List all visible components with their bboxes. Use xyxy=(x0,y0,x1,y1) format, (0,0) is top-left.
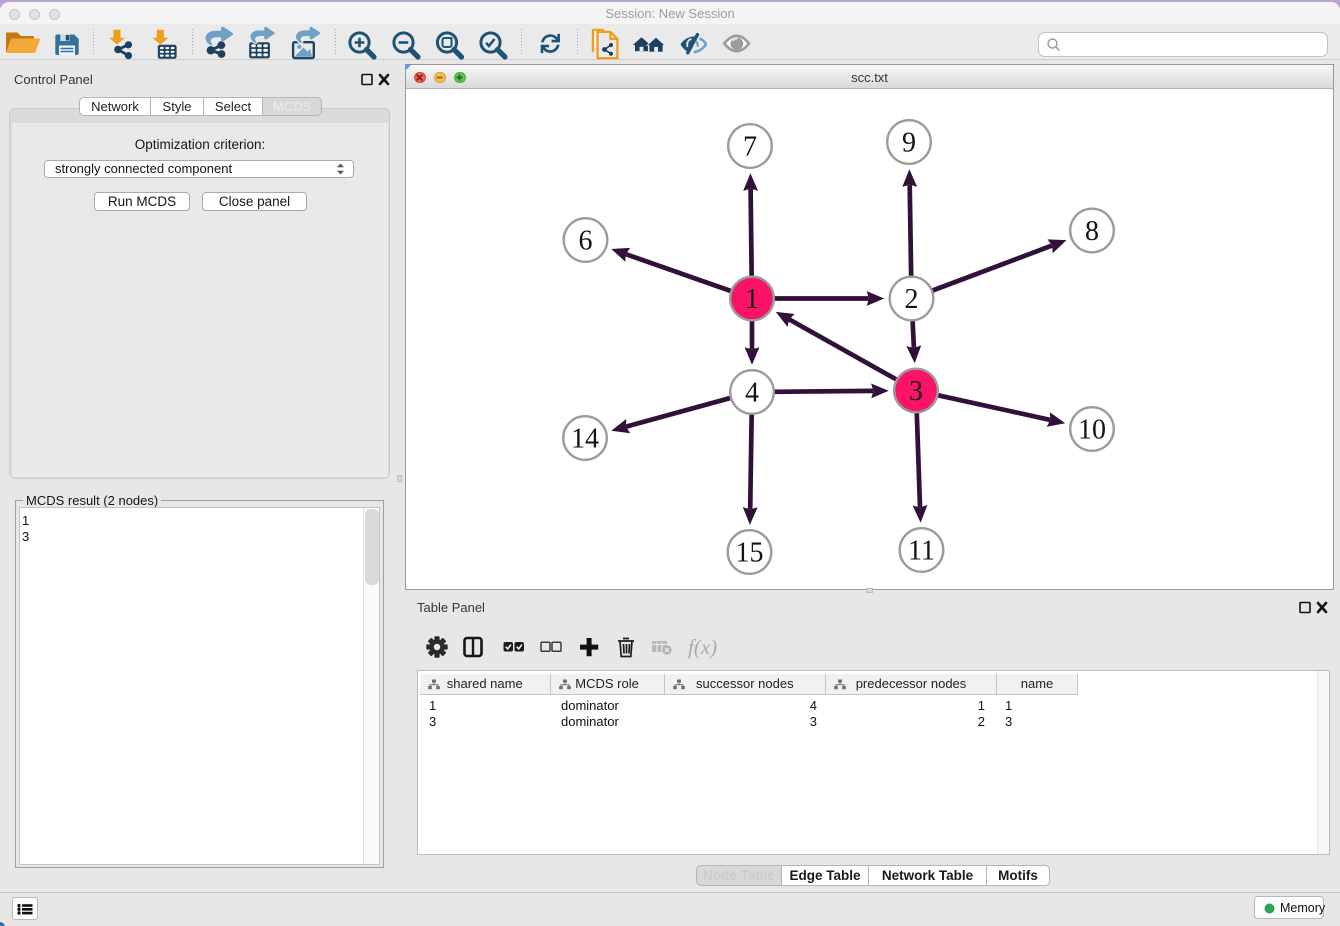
svg-text:8: 8 xyxy=(1085,216,1099,247)
svg-text:1: 1 xyxy=(745,284,759,315)
svg-text:10: 10 xyxy=(1078,415,1106,446)
svg-text:14: 14 xyxy=(571,424,599,455)
svg-text:f(x): f(x) xyxy=(688,635,717,659)
svg-text:4: 4 xyxy=(745,378,759,409)
svg-text:7: 7 xyxy=(743,132,757,163)
svg-text:3: 3 xyxy=(909,376,923,407)
svg-text:9: 9 xyxy=(902,128,916,159)
svg-text:11: 11 xyxy=(908,536,935,567)
svg-text:15: 15 xyxy=(736,538,764,569)
svg-text:2: 2 xyxy=(905,284,919,315)
svg-text:6: 6 xyxy=(579,226,593,257)
